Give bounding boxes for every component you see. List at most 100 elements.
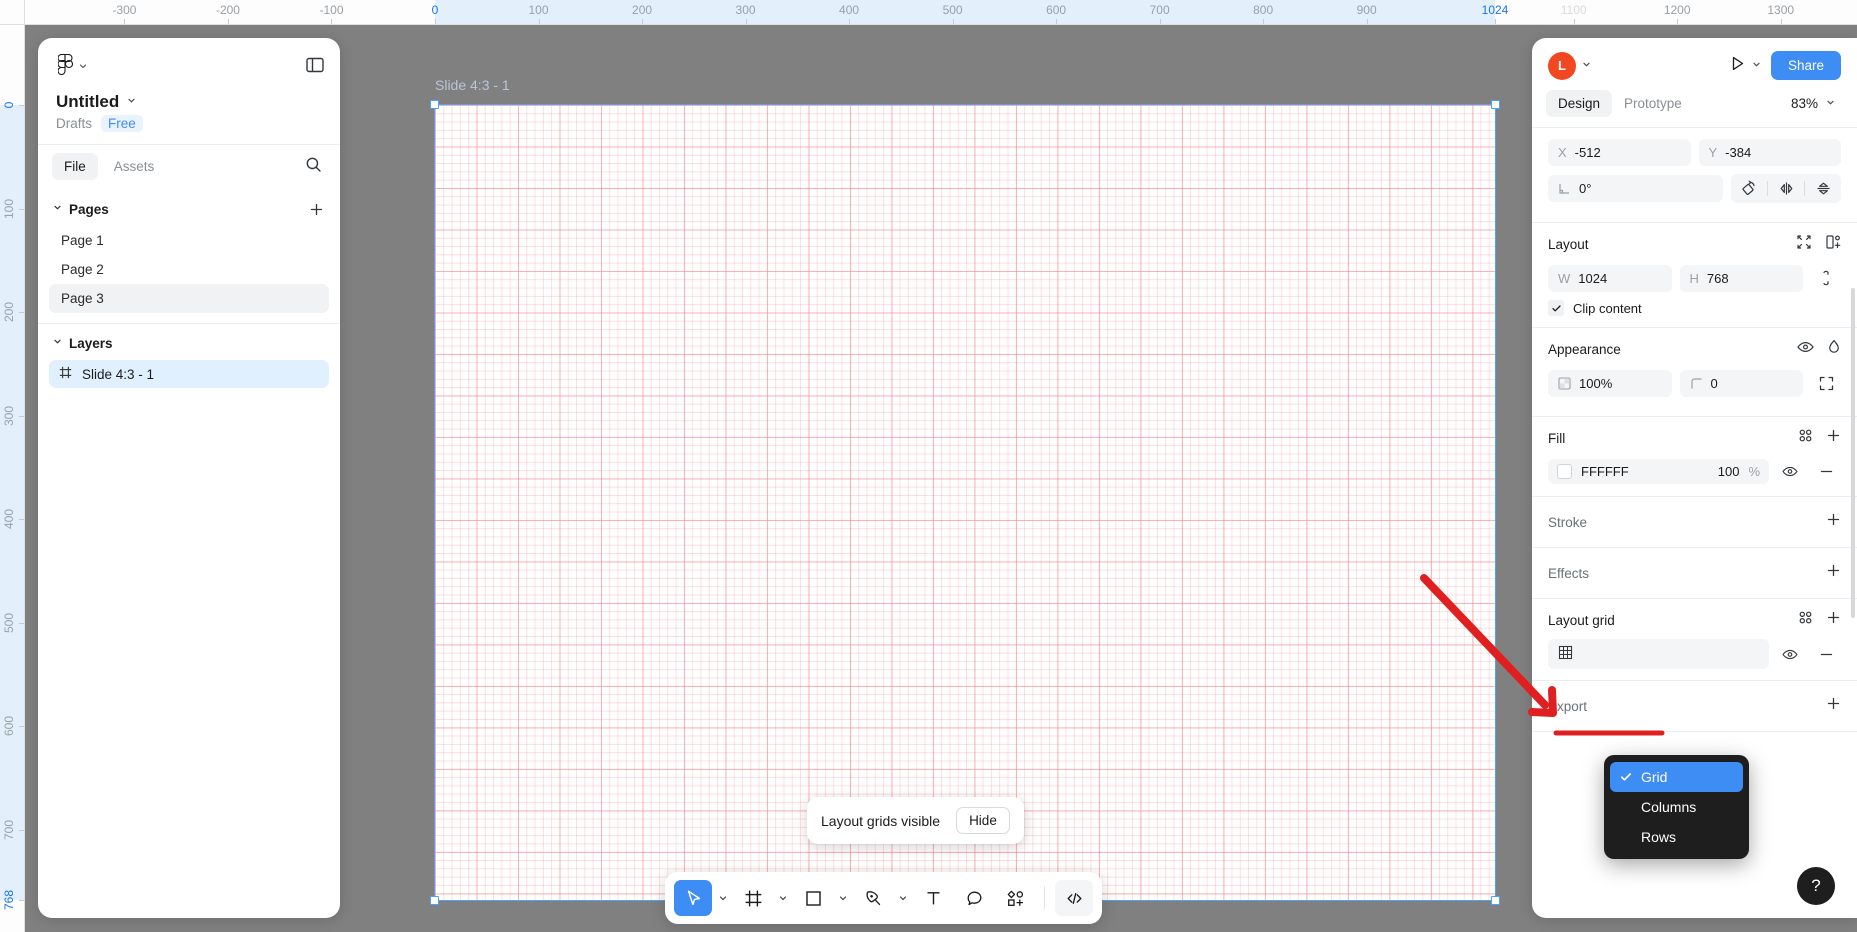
clip-content-row[interactable]: Clip content [1548,300,1841,316]
add-layout-grid-button[interactable] [1826,610,1841,630]
pen-tool-button[interactable] [854,880,892,916]
add-stroke-button[interactable] [1826,512,1841,532]
move-tool-button[interactable] [674,880,712,916]
fill-value-group[interactable]: FFFFFF 100 % [1548,458,1769,484]
hide-grids-button[interactable]: Hide [956,807,1010,834]
page-list-item-2[interactable]: Page 2 [49,255,329,284]
grid-type-selector[interactable] [1548,639,1769,669]
add-layout-icon[interactable] [1825,234,1841,255]
width-input[interactable]: W 1024 [1548,264,1672,292]
blend-mode-icon[interactable] [1827,339,1841,360]
figma-main-menu-button[interactable] [54,50,92,84]
selection-handle-bottom-left[interactable] [430,896,439,905]
export-section: Export [1532,681,1857,732]
search-icon[interactable] [305,156,322,178]
y-position-input[interactable]: Y -384 [1698,139,1841,166]
selection-handle-top-right[interactable] [1491,100,1500,109]
layout-grid-visibility-eye-icon[interactable] [1775,640,1805,668]
selection-handle-bottom-right[interactable] [1491,896,1500,905]
text-tool-button[interactable] [914,880,952,916]
clip-content-checkbox[interactable] [1548,300,1564,316]
ruler-tick-mark [19,208,24,210]
styles-icon[interactable] [1798,428,1813,448]
tab-design[interactable]: Design [1546,90,1613,117]
ruler-tick-label: -300 [112,3,137,17]
fill-color-swatch[interactable] [1557,463,1572,479]
add-page-button[interactable] [309,202,324,217]
eye-icon[interactable] [1797,340,1814,359]
stroke-section: Stroke [1532,497,1857,548]
ruler-tick-label: 0 [2,101,16,109]
layout-grid-section: Layout grid [1532,599,1857,681]
styles-icon[interactable] [1798,610,1813,630]
opacity-input[interactable]: 100% [1548,369,1672,397]
tab-prototype[interactable]: Prototype [1612,90,1694,117]
selection-handle-top-left[interactable] [430,100,439,109]
chevron-down-icon[interactable] [52,200,63,218]
remove-fill-minus-icon[interactable] [1811,457,1841,485]
vertical-ruler[interactable]: 0 100 200 300 400 500 600 700 768 [0,25,25,932]
tab-file[interactable]: File [52,153,98,180]
frame-label[interactable]: Slide 4:3 - 1 [435,77,510,93]
chevron-down-icon[interactable] [52,334,63,352]
comment-tool-button[interactable] [955,880,993,916]
chevron-down-icon[interactable] [1751,57,1762,75]
selected-frame[interactable] [430,100,1500,905]
dropdown-option-columns[interactable]: Columns [1610,792,1743,822]
resize-to-fit-icon[interactable] [1796,234,1812,255]
height-input[interactable]: H 768 [1679,264,1803,292]
x-value: -512 [1574,145,1601,160]
opacity-icon [1558,376,1571,390]
pages-section-title: Pages [69,201,109,217]
actions-tool-button[interactable] [996,880,1034,916]
right-panel-tabs: Design Prototype 83% [1532,90,1857,128]
toolbar-separator [1044,886,1045,910]
remove-layout-grid-minus-icon[interactable] [1811,640,1841,668]
user-avatar-menu[interactable]: L [1548,51,1592,80]
transform-buttons [1731,174,1841,203]
flip-horizontal-icon[interactable] [1768,174,1804,203]
dev-mode-code-icon[interactable] [1055,880,1093,916]
chevron-down-icon[interactable] [126,93,137,111]
tab-assets[interactable]: Assets [102,153,167,180]
dropdown-option-grid[interactable]: Grid [1610,762,1743,792]
zoom-control[interactable]: 83% [1784,92,1843,115]
frame-tool-button[interactable] [734,880,772,916]
add-export-button[interactable] [1826,696,1841,716]
frame-tool-chevron-down-icon[interactable] [775,893,791,903]
move-tool-chevron-down-icon[interactable] [715,893,731,903]
corner-radius-input[interactable]: 0 [1679,369,1803,397]
ruler-tick-mark [331,19,333,24]
rotation-input[interactable]: 0° [1548,175,1723,202]
flip-vertical-icon[interactable] [1805,174,1841,203]
present-button[interactable] [1729,55,1762,77]
aspect-ratio-lock-icon[interactable] [1811,264,1841,292]
x-position-input[interactable]: X -512 [1548,139,1691,166]
dropdown-option-rows[interactable]: Rows [1610,822,1743,852]
pen-tool-chevron-down-icon[interactable] [895,893,911,903]
shape-tool-button[interactable] [794,880,832,916]
right-panel-actions: Share [1729,51,1841,80]
rotate-icon[interactable] [1731,174,1767,203]
play-icon [1729,55,1746,77]
add-effect-button[interactable] [1826,563,1841,583]
page-list-item-1[interactable]: Page 1 [49,226,329,255]
individual-corners-icon[interactable] [1811,369,1841,397]
frame-body-with-layout-grid[interactable] [434,104,1496,901]
file-title-row[interactable]: Untitled [38,90,340,112]
fill-visibility-eye-icon[interactable] [1775,457,1805,485]
page-list-item-3[interactable]: Page 3 [49,284,329,313]
ruler-tick-mark [1056,19,1058,24]
drafts-label[interactable]: Drafts [56,116,92,131]
horizontal-ruler[interactable]: -300 -200 -100 0 100 200 300 400 500 600 700 800 900… [0,0,1857,25]
right-panel-scrollbar[interactable] [1851,288,1855,618]
add-fill-button[interactable] [1826,428,1841,448]
share-button[interactable]: Share [1770,51,1841,80]
layer-list-item[interactable]: Slide 4:3 - 1 [49,360,329,388]
shape-tool-chevron-down-icon[interactable] [835,893,851,903]
ruler-tick-label: 1024 [1481,3,1509,17]
panel-layout-icon[interactable] [306,57,324,78]
help-button[interactable]: ? [1797,867,1835,905]
ruler-tick-label: 500 [2,612,16,633]
plan-badge[interactable]: Free [101,115,143,132]
